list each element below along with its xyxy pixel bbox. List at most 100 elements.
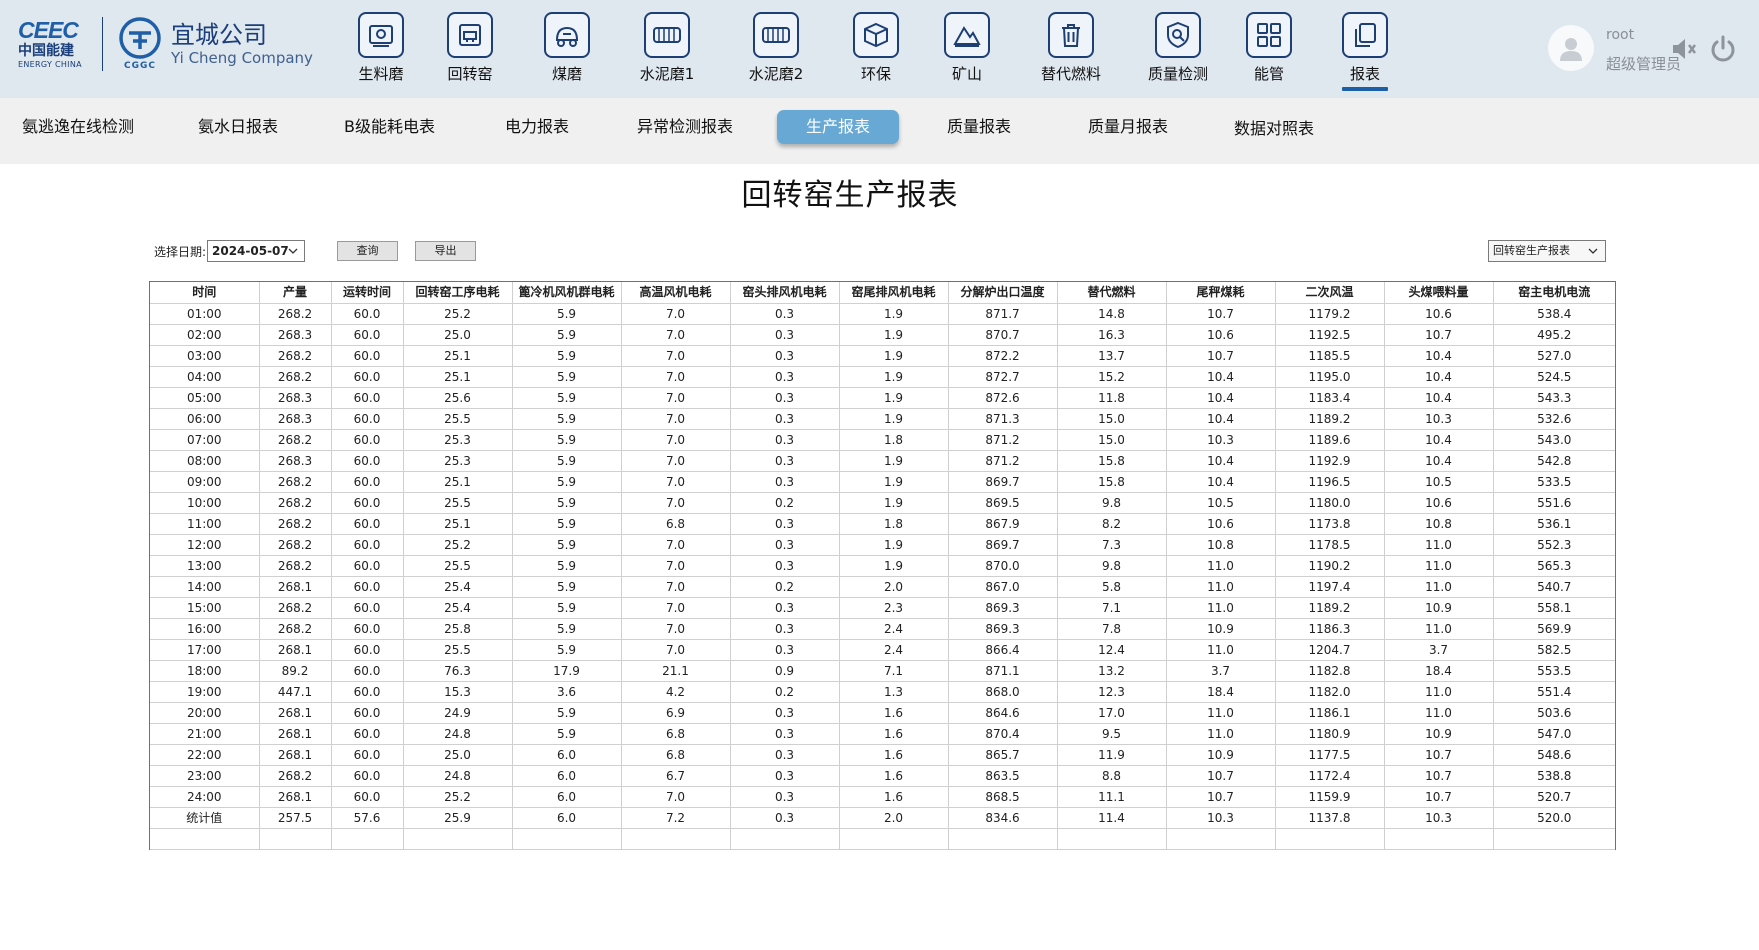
table-cell: 11.8 — [1057, 387, 1167, 409]
tab-ammonia-slip[interactable]: 氨逃逸在线检测 — [22, 110, 134, 144]
table-cell: 23:00 — [150, 765, 260, 787]
table-cell: 24.9 — [403, 702, 513, 724]
column-header: 替代燃料 — [1057, 282, 1167, 304]
tab-ammonia-daily[interactable]: 氨水日报表 — [198, 110, 278, 144]
production-table: 时间 产量 运转时间 回转窑工序电耗 篦冷机风机群电耗 高温风机电耗 窑头排风机电耗 窑尾排风… — [149, 281, 1616, 850]
table-cell: 11.0 — [1384, 702, 1494, 724]
table-cell: 10.3 — [1166, 807, 1276, 829]
date-picker[interactable]: 2024-05-07 — [207, 240, 305, 262]
power-icon — [1711, 35, 1735, 62]
table-cell: 25.5 — [403, 639, 513, 661]
table-cell: 268.1 — [259, 702, 332, 724]
table-cell: 10.7 — [1384, 765, 1494, 787]
table-cell: 14:00 — [150, 576, 260, 598]
table-cell: 9.8 — [1057, 492, 1167, 514]
table-header-row: 时间 产量 运转时间 回转窑工序电耗 篦冷机风机群电耗 高温风机电耗 窑头排风机电耗 窑尾排风… — [150, 282, 1615, 304]
nav-item-rotary-kiln[interactable]: 回转窑 — [425, 12, 515, 84]
company-name-en: Yi Cheng Company — [171, 49, 313, 67]
table-cell: 25.2 — [403, 786, 513, 808]
table-cell — [150, 828, 260, 850]
table-cell: 6.7 — [621, 765, 731, 787]
mute-button[interactable] — [1670, 36, 1700, 66]
table-cell: 06:00 — [150, 408, 260, 430]
date-label: 选择日期: — [154, 245, 207, 259]
tab-class-b-energy[interactable]: B级能耗电表 — [344, 110, 435, 144]
table-cell: 24:00 — [150, 786, 260, 808]
table-cell: 7.0 — [621, 618, 731, 640]
table-cell: 25.2 — [403, 534, 513, 556]
table-cell: 12.4 — [1057, 639, 1167, 661]
logout-button[interactable] — [1708, 34, 1738, 68]
table-cell: 268.2 — [259, 618, 332, 640]
table-cell: 268.1 — [259, 639, 332, 661]
table-cell: 1.9 — [839, 534, 949, 556]
table-cell: 21:00 — [150, 723, 260, 745]
table-cell: 524.5 — [1493, 366, 1615, 388]
tab-quality-report[interactable]: 质量报表 — [947, 110, 1011, 144]
table-cell: 569.9 — [1493, 618, 1615, 640]
cggc-emblem-icon — [119, 17, 161, 59]
table-cell: 582.5 — [1493, 639, 1615, 661]
table-cell: 870.0 — [948, 555, 1058, 577]
table-cell: 1.9 — [839, 492, 949, 514]
export-button[interactable]: 导出 — [415, 241, 476, 261]
nav-item-cement-mill-2[interactable]: 水泥磨2 — [731, 12, 821, 84]
chevron-down-icon — [288, 248, 298, 254]
table-cell: 1.6 — [839, 786, 949, 808]
table-cell: 1182.8 — [1275, 660, 1385, 682]
table-cell: 20:00 — [150, 702, 260, 724]
nav-item-coal-mill[interactable]: 煤磨 — [522, 12, 612, 84]
table-cell: 0.3 — [730, 513, 840, 535]
report-type-select[interactable]: 回转窑生产报表 — [1488, 240, 1606, 262]
table-cell: 10.3 — [1384, 807, 1494, 829]
table-cell: 10.7 — [1166, 303, 1276, 325]
table-cell: 10:00 — [150, 492, 260, 514]
nav-item-cement-mill-1[interactable]: 水泥磨1 — [622, 12, 712, 84]
tab-anomaly-report[interactable]: 异常检测报表 — [637, 110, 733, 144]
table-cell: 7.0 — [621, 555, 731, 577]
table-cell: 5.9 — [512, 471, 622, 493]
nav-item-environment[interactable]: 环保 — [831, 12, 921, 84]
table-row: 05:00 268.3 60.0 25.6 5.9 7.0 0.3 1.9 872.6 11.8 1… — [150, 387, 1615, 409]
tab-data-compare[interactable]: 数据对照表 — [1234, 112, 1314, 146]
tab-quality-monthly[interactable]: 质量月报表 — [1088, 110, 1168, 144]
table-cell: 60.0 — [331, 408, 404, 430]
user-name: root — [1606, 27, 1635, 43]
column-header: 运转时间 — [331, 282, 404, 304]
table-cell: 4.2 — [621, 681, 731, 703]
cggc-text: CGGC — [124, 61, 156, 71]
table-cell: 15.0 — [1057, 429, 1167, 451]
nav-item-raw-mill[interactable]: 生料磨 — [336, 12, 426, 84]
table-row: 23:00 268.2 60.0 24.8 6.0 6.7 0.3 1.6 863.5 8.8 10… — [150, 765, 1615, 787]
table-cell: 10.6 — [1384, 492, 1494, 514]
table-cell: 15.3 — [403, 681, 513, 703]
table-cell: 5.9 — [512, 618, 622, 640]
table-cell: 5.9 — [512, 345, 622, 367]
table-cell: 1192.9 — [1275, 450, 1385, 472]
tab-production-report[interactable]: 生产报表 — [777, 110, 899, 144]
table-cell: 0.3 — [730, 387, 840, 409]
table-cell: 0.3 — [730, 345, 840, 367]
table-cell: 10.4 — [1384, 366, 1494, 388]
table-cell: 540.7 — [1493, 576, 1615, 598]
table-cell: 871.1 — [948, 660, 1058, 682]
table-cell: 268.1 — [259, 576, 332, 598]
table-row: 06:00 268.3 60.0 25.5 5.9 7.0 0.3 1.9 871.3 15.0 1… — [150, 408, 1615, 430]
table-cell: 867.0 — [948, 576, 1058, 598]
avatar[interactable] — [1548, 25, 1594, 71]
table-cell: 60.0 — [331, 387, 404, 409]
table-cell: 7.0 — [621, 408, 731, 430]
nav-item-alt-fuel[interactable]: 替代燃料 — [1026, 12, 1116, 84]
table-cell: 7.1 — [839, 660, 949, 682]
table-cell: 60.0 — [331, 429, 404, 451]
nav-label-raw-mill: 生料磨 — [358, 65, 404, 83]
tab-power-report[interactable]: 电力报表 — [505, 110, 569, 144]
query-button[interactable]: 查询 — [337, 241, 398, 261]
table-cell: 538.8 — [1493, 765, 1615, 787]
table-cell: 19:00 — [150, 681, 260, 703]
nav-item-quality-check[interactable]: 质量检测 — [1133, 12, 1223, 84]
table-cell: 10.6 — [1384, 303, 1494, 325]
nav-item-reports[interactable]: 报表 — [1320, 12, 1410, 91]
nav-item-mine[interactable]: 矿山 — [922, 12, 1012, 84]
nav-item-energy-mgmt[interactable]: 能管 — [1224, 12, 1314, 84]
